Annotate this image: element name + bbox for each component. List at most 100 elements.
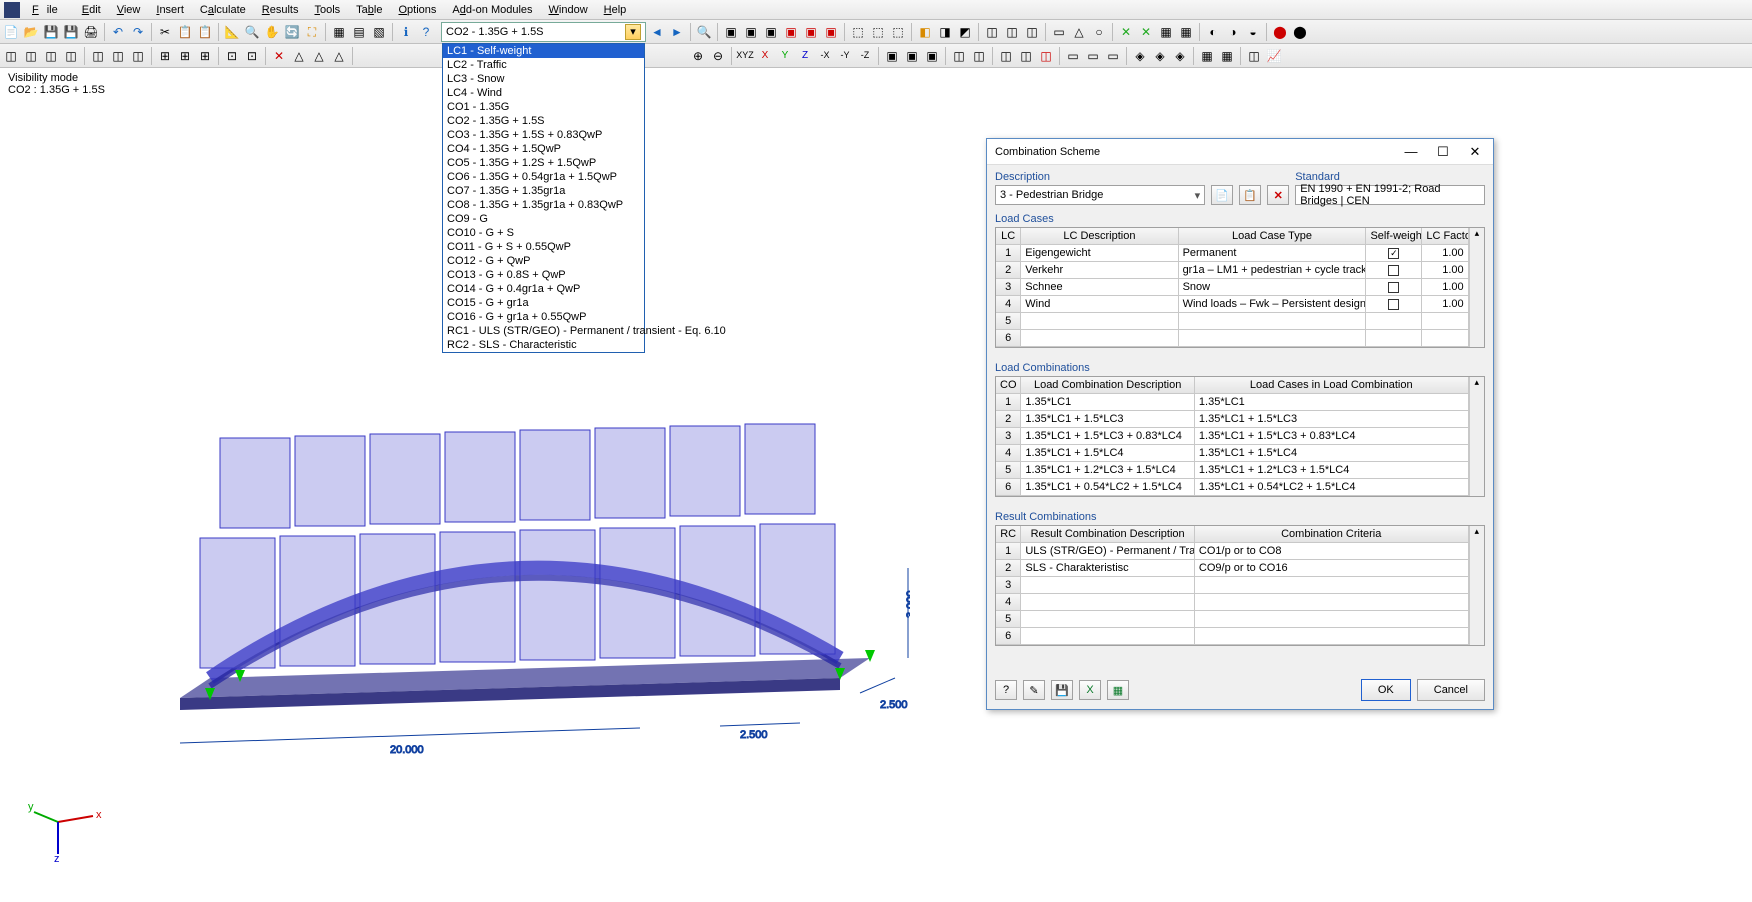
tool-icon[interactable]: ◫ — [2, 47, 20, 65]
table-row[interactable]: 1ULS (STR/GEO) - Permanent / TransiCO1/p… — [996, 543, 1484, 560]
tool-icon[interactable]: ▣ — [923, 47, 941, 65]
tool-icon[interactable]: ◧ — [916, 23, 934, 41]
grid-icon[interactable]: ▦ — [330, 23, 348, 41]
combo-option[interactable]: CO5 - 1.35G + 1.2S + 1.5QwP — [443, 156, 644, 170]
menu-file[interactable]: File — [24, 2, 74, 18]
measure-icon[interactable]: 📐 — [223, 23, 241, 41]
tool-icon[interactable]: ⬤ — [1271, 23, 1289, 41]
combo-option[interactable]: CO8 - 1.35G + 1.35gr1a + 0.83QwP — [443, 198, 644, 212]
menu-window[interactable]: Window — [541, 2, 596, 18]
tool-icon[interactable]: ◫ — [89, 47, 107, 65]
table-row[interactable]: 61.35*LC1 + 0.54*LC2 + 1.5*LC41.35*LC1 +… — [996, 479, 1484, 496]
combo-option[interactable]: CO3 - 1.35G + 1.5S + 0.83QwP — [443, 128, 644, 142]
tool-icon[interactable]: ◫ — [42, 47, 60, 65]
description-combo[interactable]: 3 - Pedestrian Bridge▾ — [995, 185, 1205, 205]
tool-icon[interactable]: ◫ — [1003, 23, 1021, 41]
tool-icon[interactable]: ◫ — [129, 47, 147, 65]
combo-option[interactable]: CO2 - 1.35G + 1.5S — [443, 114, 644, 128]
table-row[interactable]: 6 — [996, 330, 1484, 347]
layers-icon[interactable]: ▤ — [350, 23, 368, 41]
tool-icon[interactable]: ▣ — [802, 23, 820, 41]
cut-icon[interactable]: ✂ — [156, 23, 174, 41]
tool-icon[interactable]: ▦ — [1198, 47, 1216, 65]
menu-view[interactable]: View — [109, 2, 149, 18]
table-row[interactable]: 41.35*LC1 + 1.5*LC41.35*LC1 + 1.5*LC4 — [996, 445, 1484, 462]
tool-icon[interactable]: ▣ — [883, 47, 901, 65]
tool-icon[interactable]: ▣ — [822, 23, 840, 41]
table-row[interactable]: 51.35*LC1 + 1.2*LC3 + 1.5*LC41.35*LC1 + … — [996, 462, 1484, 479]
tool-icon[interactable]: ▭ — [1064, 47, 1082, 65]
tool-icon[interactable]: ◈ — [1131, 47, 1149, 65]
menu-results[interactable]: Results — [254, 2, 307, 18]
new-desc-button[interactable]: 📄 — [1211, 185, 1233, 205]
neg-x-icon[interactable]: -X — [816, 47, 834, 65]
combo-option[interactable]: CO13 - G + 0.8S + QwP — [443, 268, 644, 282]
zoomwin-icon[interactable]: ⛶ — [303, 23, 321, 41]
magnify-icon[interactable]: 🔍 — [695, 23, 713, 41]
tool-icon[interactable]: ▣ — [903, 47, 921, 65]
paste-icon[interactable]: 📋 — [196, 23, 214, 41]
next-icon[interactable]: ► — [668, 23, 686, 41]
menu-tools[interactable]: Tools — [306, 2, 348, 18]
tool-icon[interactable]: ⊞ — [156, 47, 174, 65]
tool-icon[interactable]: ○ — [1090, 23, 1108, 41]
tool-icon[interactable]: ⊕ — [689, 47, 707, 65]
tool-icon[interactable]: ▦ — [1218, 47, 1236, 65]
rotate-icon[interactable]: 🔄 — [283, 23, 301, 41]
tool-icon[interactable]: ✕ — [270, 47, 288, 65]
tool-icon[interactable]: ◫ — [109, 47, 127, 65]
open-icon[interactable]: 📂 — [22, 23, 40, 41]
combo-option[interactable]: LC2 - Traffic — [443, 58, 644, 72]
maximize-icon[interactable]: ☐ — [1433, 144, 1453, 160]
combo-option[interactable]: CO10 - G + S — [443, 226, 644, 240]
table-row[interactable]: 21.35*LC1 + 1.5*LC31.35*LC1 + 1.5*LC3 — [996, 411, 1484, 428]
table-row[interactable]: 5 — [996, 313, 1484, 330]
tool-icon[interactable]: ◈ — [1151, 47, 1169, 65]
dialog-titlebar[interactable]: Combination Scheme — ☐ ✕ — [987, 139, 1493, 165]
chevron-down-icon[interactable]: ▾ — [625, 24, 641, 40]
render-icon[interactable]: ▧ — [370, 23, 388, 41]
tool-icon[interactable]: ⬚ — [849, 23, 867, 41]
new-icon[interactable]: 📄 — [2, 23, 20, 41]
tool-icon[interactable]: ✕ — [1117, 23, 1135, 41]
save-button[interactable]: 💾 — [1051, 680, 1073, 700]
edit-button[interactable]: ✎ — [1023, 680, 1045, 700]
scrollbar[interactable]: ▴ — [1469, 228, 1484, 245]
export-button[interactable]: X — [1079, 680, 1101, 700]
cancel-button[interactable]: Cancel — [1417, 679, 1485, 701]
z-axis-icon[interactable]: Z — [796, 47, 814, 65]
combo-option[interactable]: CO6 - 1.35G + 0.54gr1a + 1.5QwP — [443, 170, 644, 184]
scrollbar[interactable]: ▴ — [1469, 377, 1484, 394]
help-icon[interactable]: ? — [417, 23, 435, 41]
tool-icon[interactable]: ◩ — [956, 23, 974, 41]
menu-calculate[interactable]: Calculate — [192, 2, 254, 18]
tool-icon[interactable]: ◫ — [950, 47, 968, 65]
delete-desc-button[interactable]: ✕ — [1267, 185, 1289, 205]
tool-icon[interactable]: ▣ — [742, 23, 760, 41]
y-axis-icon[interactable]: Y — [776, 47, 794, 65]
tool-icon[interactable]: ◨ — [936, 23, 954, 41]
undo-icon[interactable]: ↶ — [109, 23, 127, 41]
menu-options[interactable]: Options — [390, 2, 444, 18]
combo-option[interactable]: RC2 - SLS - Characteristic — [443, 338, 644, 352]
help-button[interactable]: ? — [995, 680, 1017, 700]
tool-icon[interactable]: ◫ — [62, 47, 80, 65]
tool-icon[interactable]: ◫ — [997, 47, 1015, 65]
menu-help[interactable]: Help — [596, 2, 635, 18]
neg-z-icon[interactable]: -Z — [856, 47, 874, 65]
combo-option[interactable]: RC1 - ULS (STR/GEO) - Permanent / transi… — [443, 324, 644, 338]
info-icon[interactable]: ℹ — [397, 23, 415, 41]
menu-table[interactable]: Table — [348, 2, 390, 18]
tool-icon[interactable]: △ — [310, 47, 328, 65]
table-row[interactable]: 2Verkehrgr1a – LM1 + pedestrian + cycle … — [996, 262, 1484, 279]
tool-icon[interactable]: △ — [330, 47, 348, 65]
table-row[interactable]: 31.35*LC1 + 1.5*LC3 + 0.83*LC41.35*LC1 +… — [996, 428, 1484, 445]
x-axis-icon[interactable]: X — [756, 47, 774, 65]
combo-option[interactable]: CO4 - 1.35G + 1.5QwP — [443, 142, 644, 156]
tool-icon[interactable]: ◫ — [1245, 47, 1263, 65]
combo-option[interactable]: CO9 - G — [443, 212, 644, 226]
xyz-icon[interactable]: XYZ — [736, 47, 754, 65]
tool-icon[interactable]: ▭ — [1104, 47, 1122, 65]
tool-icon[interactable]: ▣ — [762, 23, 780, 41]
tool-icon[interactable]: ◫ — [983, 23, 1001, 41]
